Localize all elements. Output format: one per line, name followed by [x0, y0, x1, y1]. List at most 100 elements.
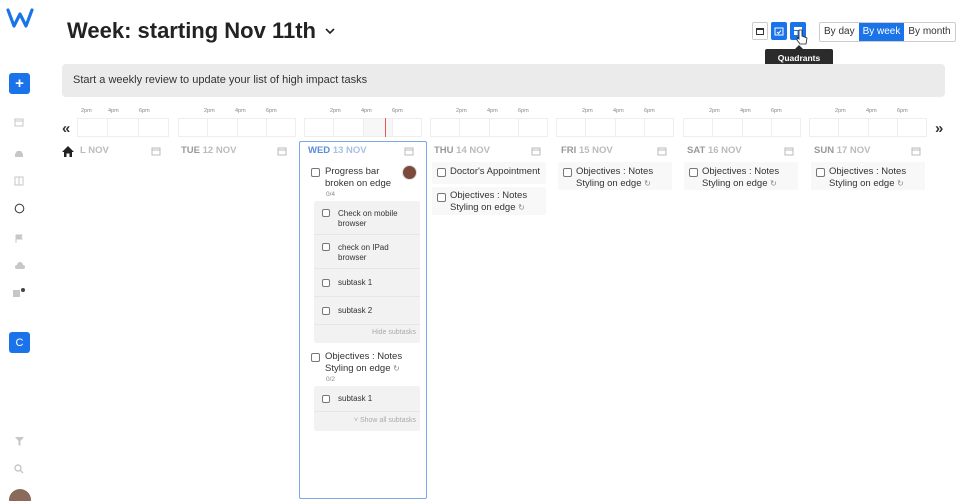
task-title: Objectives : Notes Styling on edge ↻	[450, 190, 528, 213]
day-header-fri[interactable]: FRI 15 NOV	[561, 145, 613, 156]
recurring-icon: ↻	[770, 178, 777, 188]
day-calendar-icon[interactable]	[151, 146, 161, 156]
tick-label: 2pm	[709, 108, 720, 114]
timeline-day-4: 2pm 4pm 6pm	[430, 108, 548, 138]
timeline-day-1: 2pm 4pm 6pm	[77, 108, 169, 138]
task-title: Objectives : Notes Styling on edge ↻	[702, 166, 780, 189]
day-header-sun[interactable]: SUN 17 NOV	[814, 145, 871, 156]
subtask-title: subtask 1	[338, 278, 373, 287]
day-calendar-icon[interactable]	[277, 146, 287, 156]
filter-icon[interactable]	[9, 431, 29, 451]
timeline-day-3: 2pm 4pm 6pm	[304, 108, 422, 138]
task-card[interactable]: Objectives : Notes Styling on edge ↻	[811, 162, 925, 190]
day-header-tue[interactable]: TUE 12 NOV	[181, 145, 236, 156]
day-header-sat[interactable]: SAT 16 NOV	[687, 145, 742, 156]
day-calendar-icon[interactable]	[531, 146, 541, 156]
tick-label: 6pm	[771, 108, 782, 114]
chevron-down-icon[interactable]	[323, 24, 337, 38]
tick-label: 4pm	[108, 108, 119, 114]
task-checkbox[interactable]	[437, 168, 446, 177]
task-title: Doctor's Appointment	[450, 166, 540, 177]
calendar-icon[interactable]	[9, 112, 29, 132]
day-calendar-icon[interactable]	[404, 146, 414, 156]
subtask-count: 0/4	[326, 191, 336, 198]
subtask-item[interactable]: Check on mobile browser	[314, 201, 420, 235]
timeline-day-5: 2pm 4pm 6pm	[556, 108, 674, 138]
view-mode-tabs: By day By week By month	[819, 22, 956, 42]
task-card[interactable]: Objectives : Notes Styling on edge ↻	[432, 187, 546, 215]
tick-label: 2pm	[204, 108, 215, 114]
tick-label: 4pm	[361, 108, 372, 114]
task-checkbox[interactable]	[816, 168, 825, 177]
home-icon[interactable]	[61, 145, 75, 158]
task-checkbox[interactable]	[437, 193, 446, 202]
recurring-icon: ↻	[518, 202, 525, 212]
task-card[interactable]: Objectives : Notes Styling on edge ↻	[558, 162, 672, 190]
sidebar: + C	[0, 0, 40, 501]
tab-by-week[interactable]: By week	[858, 23, 905, 41]
recurring-icon: ↻	[393, 363, 400, 373]
flag-icon[interactable]	[9, 229, 29, 249]
subtask-title: Check on mobile browser	[338, 209, 398, 228]
tick-label: 6pm	[266, 108, 277, 114]
board-icon[interactable]	[9, 171, 29, 191]
task-title: Progress bar broken on edge	[325, 166, 392, 189]
notes-icon[interactable]	[9, 283, 29, 303]
task-checkbox[interactable]	[689, 168, 698, 177]
previous-week-button[interactable]: «	[62, 120, 70, 137]
day-header-thu[interactable]: THU 14 NOV	[434, 145, 490, 156]
task-checkbox[interactable]	[311, 168, 320, 177]
subtask-checkbox[interactable]	[322, 279, 330, 287]
tick-label: 6pm	[897, 108, 908, 114]
subtask-item[interactable]: check on IPad browser	[314, 235, 420, 269]
next-week-button[interactable]: »	[935, 120, 943, 137]
day-header-mon[interactable]: L NOV	[80, 145, 109, 156]
show-all-subtasks-link[interactable]: ˅ Show all subtasks	[354, 417, 416, 424]
subtask-title: subtask 2	[338, 306, 373, 315]
recurring-icon: ↻	[897, 178, 904, 188]
calendar-view-icon[interactable]	[752, 22, 768, 40]
inbox-icon[interactable]	[9, 144, 29, 164]
pointer-cursor-icon	[796, 29, 808, 45]
subtask-count: 0/2	[326, 376, 336, 383]
search-icon[interactable]	[9, 459, 29, 479]
day-calendar-icon[interactable]	[784, 146, 794, 156]
user-avatar[interactable]	[9, 489, 31, 501]
timeline-day-6: 2pm 4pm 6pm	[683, 108, 801, 138]
page-title: Week: starting Nov 11th	[67, 18, 316, 43]
task-card[interactable]: Doctor's Appointment	[432, 162, 546, 184]
tick-label: 4pm	[740, 108, 751, 114]
subtask-item[interactable]: subtask 2	[314, 297, 420, 325]
day-calendar-icon[interactable]	[657, 146, 667, 156]
tab-by-day[interactable]: By day	[820, 23, 859, 41]
task-card[interactable]: Objectives : Notes Styling on edge ↻ 0/2	[304, 347, 422, 385]
recurring-icon: ↻	[644, 178, 651, 188]
subtask-item[interactable]: subtask 1	[314, 269, 420, 297]
day-header-wed[interactable]: WED 13 NOV	[308, 145, 367, 156]
tick-label: 4pm	[866, 108, 877, 114]
task-checkbox[interactable]	[563, 168, 572, 177]
subtask-list: Check on mobile browser check on IPad br…	[314, 201, 420, 343]
task-checkbox[interactable]	[311, 353, 320, 362]
tick-label: 4pm	[235, 108, 246, 114]
subtask-checkbox[interactable]	[322, 209, 330, 217]
task-title: Objectives : Notes Styling on edge ↻	[829, 166, 907, 189]
workspace-button[interactable]: C	[9, 332, 30, 353]
task-card[interactable]: Objectives : Notes Styling on edge ↻	[684, 162, 798, 190]
subtask-checkbox[interactable]	[322, 307, 330, 315]
tab-by-month[interactable]: By month	[904, 23, 954, 41]
tick-label: 4pm	[487, 108, 498, 114]
weekly-review-banner[interactable]: Start a weekly review to update your lis…	[62, 64, 945, 97]
tick-label: 6pm	[139, 108, 150, 114]
day-calendar-icon[interactable]	[911, 146, 921, 156]
subtask-item[interactable]: subtask 1	[314, 386, 420, 412]
app-logo-icon[interactable]	[6, 6, 34, 30]
subtask-checkbox[interactable]	[322, 243, 330, 251]
cloud-icon[interactable]	[9, 256, 29, 276]
hide-subtasks-link[interactable]: Hide subtasks	[372, 329, 416, 336]
add-task-button[interactable]: +	[9, 73, 30, 94]
schedule-view-icon[interactable]	[771, 22, 787, 40]
circle-icon[interactable]	[9, 198, 29, 218]
assignee-avatar[interactable]	[402, 165, 417, 180]
subtask-checkbox[interactable]	[322, 395, 330, 403]
